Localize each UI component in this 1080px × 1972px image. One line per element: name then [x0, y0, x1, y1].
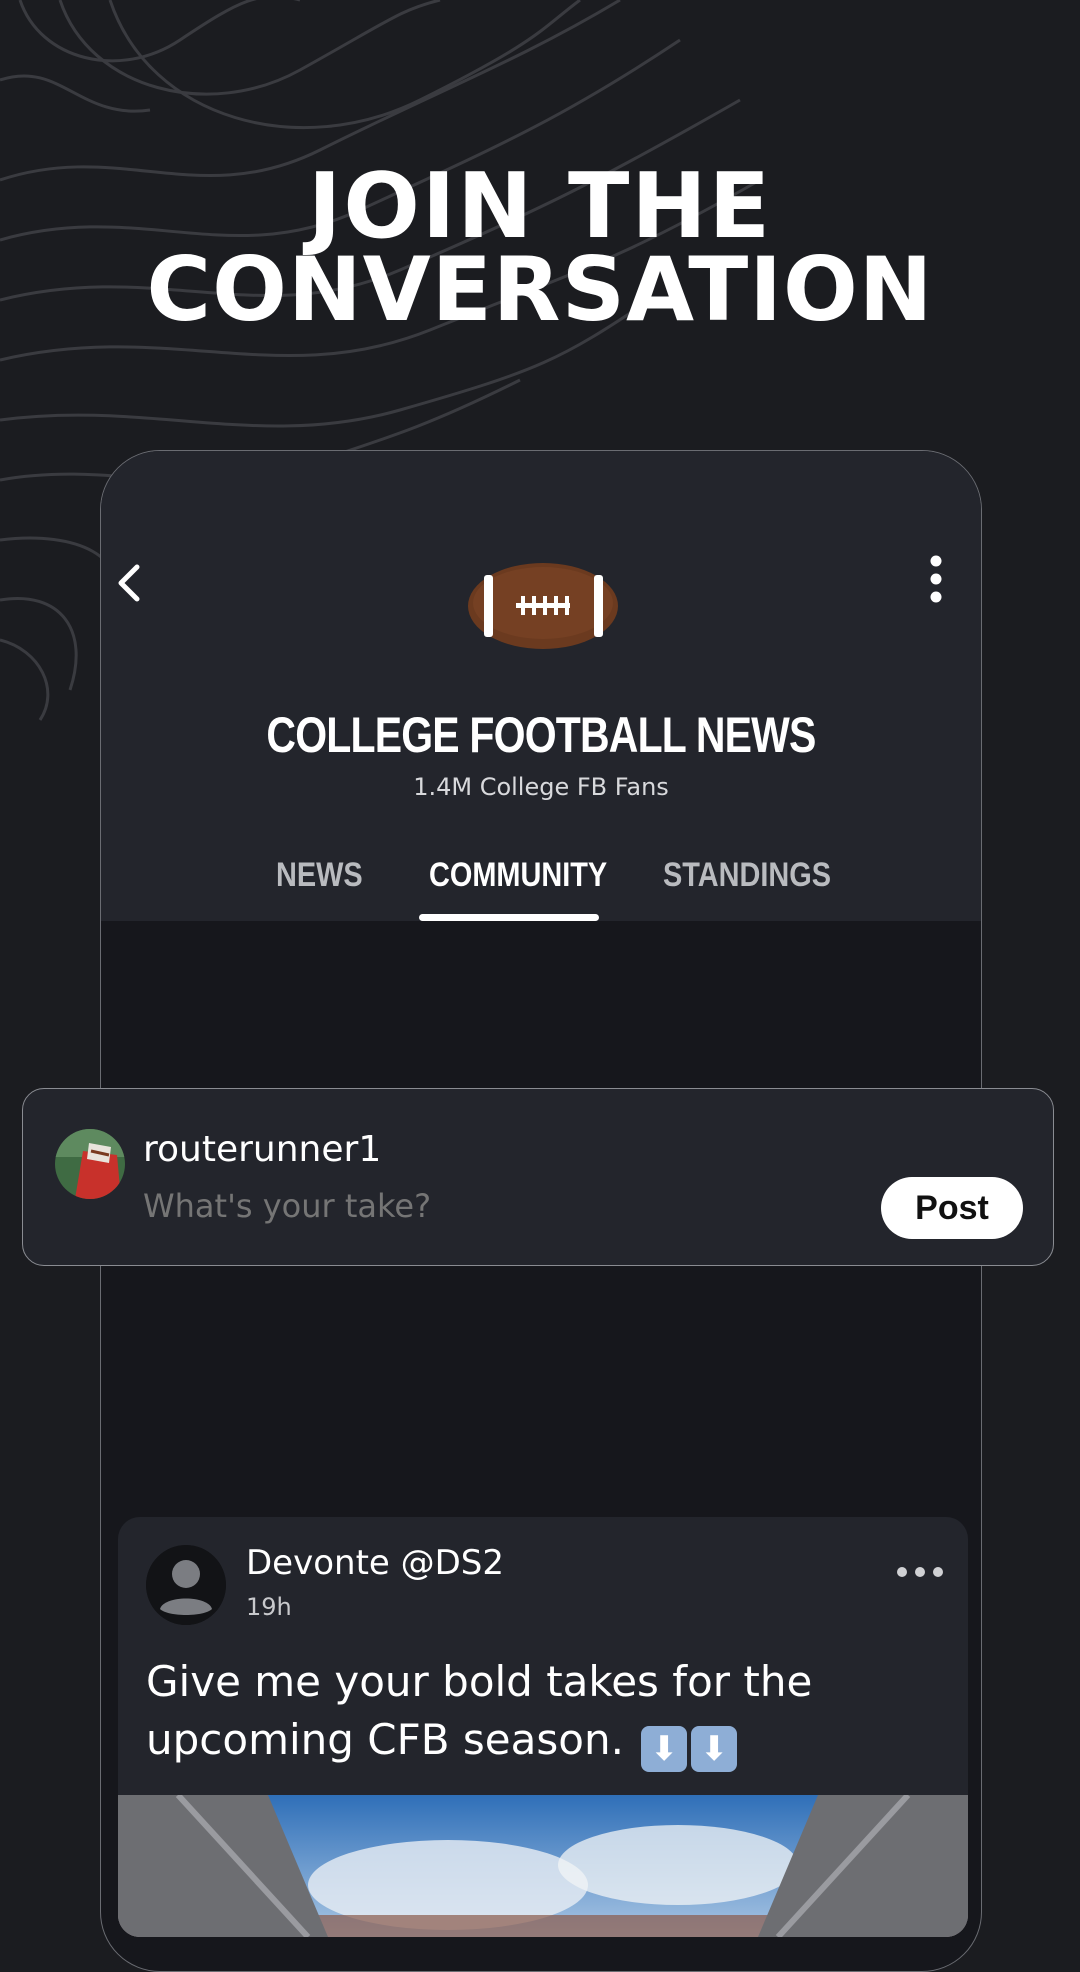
down-arrow-emoji: ⬇	[691, 1726, 738, 1772]
tab-community[interactable]: COMMUNITY	[429, 856, 607, 895]
post-timestamp: 19h	[246, 1593, 292, 1621]
more-options-icon[interactable]	[921, 553, 951, 609]
user-avatar	[55, 1129, 125, 1199]
group-title: COLLEGE FOOTBALL NEWS	[266, 707, 816, 763]
post-button[interactable]: Post	[881, 1177, 1023, 1239]
back-chevron-icon[interactable]	[109, 559, 149, 607]
post-composer: routerunner1 Post	[22, 1088, 1054, 1266]
headline-line-2: CONVERSATION	[146, 238, 934, 341]
group-header: COLLEGE FOOTBALL NEWS 1.4M College FB Fa…	[101, 451, 981, 921]
active-tab-indicator	[419, 914, 599, 921]
tab-news[interactable]: NEWS	[276, 856, 363, 895]
tab-standings[interactable]: STANDINGS	[663, 856, 831, 895]
group-member-count: 1.4M College FB Fans	[413, 773, 669, 801]
default-avatar-icon[interactable]	[146, 1545, 226, 1625]
down-arrow-emoji: ⬇	[641, 1726, 688, 1772]
post-author[interactable]: Devonte @DS2	[246, 1543, 504, 1583]
take-input[interactable]	[143, 1187, 743, 1225]
post-more-options-icon[interactable]	[896, 1563, 944, 1581]
composer-username: routerunner1	[143, 1129, 382, 1170]
feed-post-card[interactable]: Devonte @DS2 19h Give me your bold takes…	[118, 1517, 968, 1937]
football-icon	[468, 563, 618, 649]
post-body: Give me your bold takes for the upcoming…	[146, 1653, 946, 1772]
stadium-image[interactable]	[118, 1795, 968, 1937]
